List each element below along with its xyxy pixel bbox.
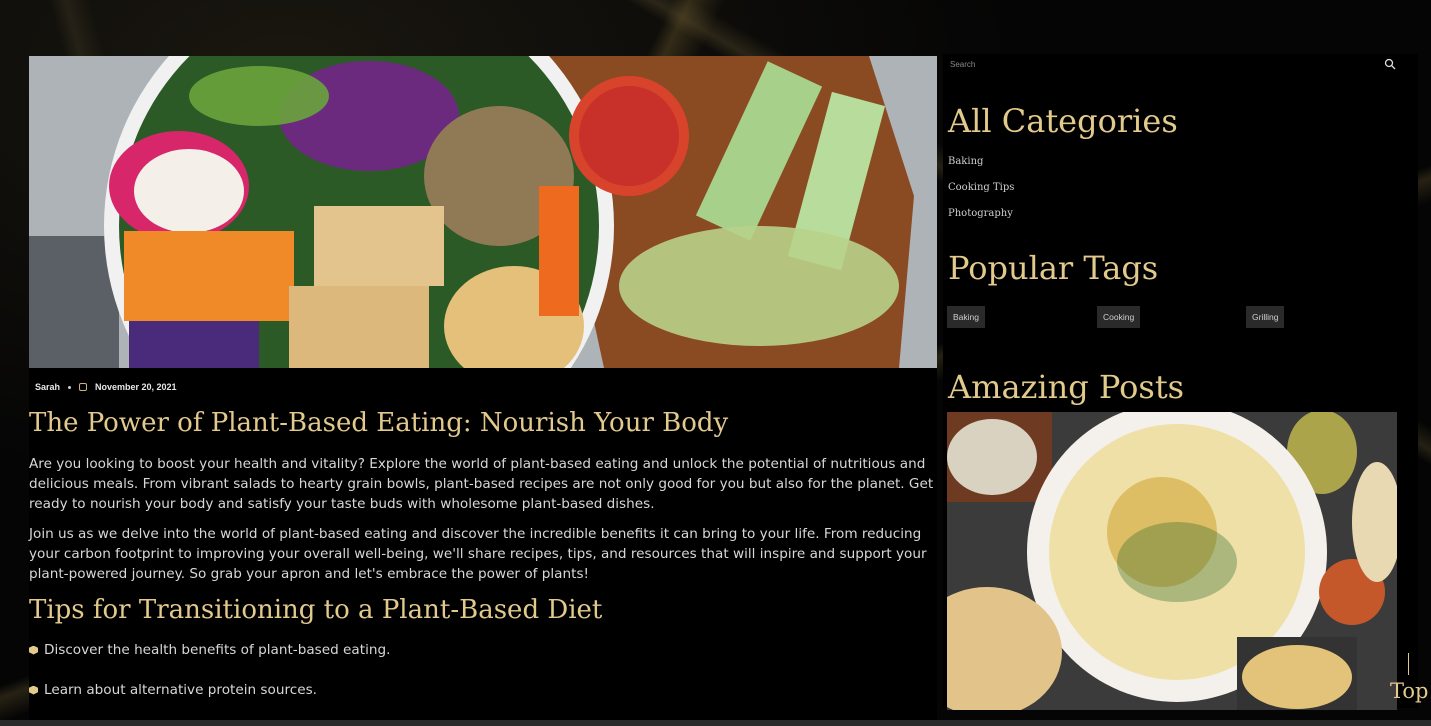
list-item: Learn about alternative protein sources.: [29, 680, 390, 700]
category-link-baking[interactable]: Baking: [948, 155, 1014, 181]
arrow-up-icon: [1408, 653, 1409, 675]
tag-cooking[interactable]: Cooking: [1097, 306, 1141, 328]
tag-grilling[interactable]: Grilling: [1246, 306, 1285, 328]
category-link-cooking-tips[interactable]: Cooking Tips: [948, 181, 1014, 207]
hero-image-plant-bowl: [29, 56, 937, 368]
post-paragraph: Join us as we delve into the world of pl…: [29, 526, 927, 582]
category-link-photography[interactable]: Photography: [948, 207, 1014, 233]
post-author[interactable]: Sarah: [35, 382, 60, 392]
separator-dot-icon: [68, 385, 72, 389]
calendar-icon: [79, 383, 88, 391]
search-input[interactable]: [947, 54, 1404, 74]
hummus-post-image[interactable]: [947, 412, 1397, 710]
back-to-top-label: Top: [1390, 679, 1429, 703]
post-column: Sarah November 20, 2021 The Power of Pla…: [29, 56, 937, 720]
sidebar: All Categories Baking Cooking Tips Photo…: [943, 54, 1418, 710]
search-icon[interactable]: [1384, 58, 1396, 70]
bottom-scroll-bar: [0, 720, 1431, 726]
categories-heading: All Categories: [948, 102, 1178, 140]
post-date[interactable]: November 20, 2021: [95, 382, 177, 392]
post-meta: Sarah November 20, 2021: [35, 380, 177, 394]
hexagon-bullet-icon: [29, 645, 38, 655]
tags-heading: Popular Tags: [948, 249, 1159, 287]
tips-list: Discover the health benefits of plant-ba…: [29, 640, 390, 720]
amazing-posts-heading: Amazing Posts: [948, 368, 1185, 406]
list-item: Discover the health benefits of plant-ba…: [29, 640, 390, 660]
tip-text: Learn about alternative protein sources.: [44, 682, 317, 698]
tag-baking[interactable]: Baking: [947, 306, 985, 328]
back-to-top-button[interactable]: Top: [1388, 651, 1428, 707]
hexagon-bullet-icon: [29, 685, 38, 695]
category-list: Baking Cooking Tips Photography: [948, 155, 1014, 233]
post-subheading: Tips for Transitioning to a Plant-Based …: [29, 595, 603, 625]
post-title: The Power of Plant-Based Eating: Nourish…: [29, 408, 729, 438]
post-paragraph: Are you looking to boost your health and…: [29, 456, 934, 512]
tip-text: Discover the health benefits of plant-ba…: [44, 642, 391, 658]
